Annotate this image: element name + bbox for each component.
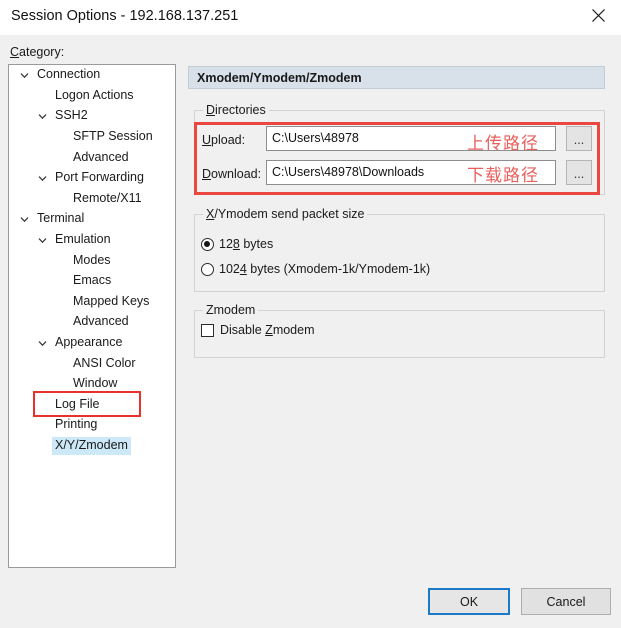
chevron-down-icon[interactable]	[17, 65, 31, 86]
ok-button[interactable]: OK	[428, 588, 510, 615]
zmodem-legend: Zmodem	[203, 303, 259, 317]
tree-item-advanced[interactable]: Advanced	[9, 147, 175, 168]
tree-item-label: Mapped Keys	[73, 293, 150, 308]
tree-item-ssh2[interactable]: SSH2	[9, 106, 175, 127]
tree-item-appearance[interactable]: Appearance	[9, 333, 175, 354]
chevron-down-icon[interactable]	[35, 230, 49, 251]
tree-item-window[interactable]: Window	[9, 374, 175, 395]
tree-item-label: Connection	[37, 67, 101, 82]
tree-item-ansi-color[interactable]: ANSI Color	[9, 353, 175, 374]
tree-item-modes[interactable]: Modes	[9, 250, 175, 271]
radio-1024-bytes[interactable]: 1024 bytes (Xmodem-1k/Ymodem-1k)	[201, 262, 430, 276]
disable-zmodem-checkbox[interactable]: Disable Zmodem	[201, 323, 315, 337]
tree-item-terminal[interactable]: Terminal	[9, 209, 175, 230]
tree-item-label: ANSI Color	[73, 355, 136, 370]
tree-item-port-forwarding[interactable]: Port Forwarding	[9, 168, 175, 189]
tree-item-emulation[interactable]: Emulation	[9, 230, 175, 251]
radio-unselected-icon	[201, 262, 214, 276]
tree-item-label: Log File	[55, 396, 100, 411]
radio-selected-icon	[201, 237, 214, 251]
download-browse-button[interactable]: ...	[566, 160, 592, 185]
tree-item-label: Emacs	[73, 273, 112, 288]
tree-item-label: Printing	[55, 417, 98, 432]
radio-128-bytes[interactable]: 128 bytes	[201, 237, 273, 251]
radio-1024-label: 1024 bytes (Xmodem-1k/Ymodem-1k)	[219, 262, 431, 276]
tree-item-logon-actions[interactable]: Logon Actions	[9, 86, 175, 107]
upload-browse-button[interactable]: ...	[566, 126, 592, 151]
pane-header: Xmodem/Ymodem/Zmodem	[188, 66, 605, 89]
tree-item-label: SFTP Session	[73, 129, 153, 144]
checkbox-unchecked-icon	[201, 323, 214, 337]
category-label: Category:	[10, 45, 65, 59]
tree-item-printing[interactable]: Printing	[9, 415, 175, 436]
upload-annotation-text: 上传路径	[467, 134, 539, 154]
radio-128-label: 128 bytes	[219, 237, 274, 251]
window-title: Session Options - 192.168.137.251	[11, 8, 239, 24]
tree-item-label: SSH2	[55, 108, 88, 123]
tree-item-mapped-keys[interactable]: Mapped Keys	[9, 292, 175, 313]
tree-item-remote-x11[interactable]: Remote/X11	[9, 189, 175, 210]
tree-item-sftp-session[interactable]: SFTP Session	[9, 127, 175, 148]
tree-item-advanced[interactable]: Advanced	[9, 312, 175, 333]
tree-item-label: Window	[73, 376, 118, 391]
tree-item-label: Advanced	[73, 149, 129, 164]
tree-item-label: Logon Actions	[55, 87, 134, 102]
tree-item-label: Emulation	[55, 232, 111, 247]
tree-item-label: X/Y/Zmodem	[52, 436, 131, 455]
category-tree[interactable]: Connection Logon Actions SSH2 SFTP Session A…	[8, 64, 176, 568]
tree-item-label: Remote/X11	[73, 190, 142, 205]
tree-item-connection[interactable]: Connection	[9, 65, 175, 86]
packet-size-group: X/Ymodem send packet size	[194, 207, 605, 292]
pane-title: Xmodem/Ymodem/Zmodem	[197, 70, 362, 85]
tree-item-label: Modes	[73, 252, 111, 267]
download-label: Download:	[202, 167, 262, 181]
disable-zmodem-label: Disable Zmodem	[220, 323, 315, 337]
tree-item-label: Terminal	[37, 211, 85, 226]
close-icon[interactable]	[575, 0, 621, 31]
tree-item-label: Appearance	[55, 335, 123, 350]
tree-item-log-file[interactable]: Log File	[9, 395, 175, 416]
upload-label: Upload:	[202, 133, 246, 147]
chevron-down-icon[interactable]	[35, 333, 49, 354]
cancel-button[interactable]: Cancel	[521, 588, 611, 615]
tree-item-label: Advanced	[73, 314, 129, 329]
packet-size-legend: X/Ymodem send packet size	[203, 207, 368, 221]
window-titlebar: Session Options - 192.168.137.251	[0, 0, 621, 35]
chevron-down-icon[interactable]	[35, 106, 49, 127]
chevron-down-icon[interactable]	[17, 209, 31, 230]
tree-item-emacs[interactable]: Emacs	[9, 271, 175, 292]
tree-item-label: Port Forwarding	[55, 170, 144, 185]
directories-legend: Directories	[203, 103, 269, 117]
chevron-down-icon[interactable]	[35, 168, 49, 189]
download-annotation-text: 下载路径	[467, 166, 539, 186]
tree-item-x-y-zmodem[interactable]: X/Y/Zmodem	[9, 436, 175, 457]
